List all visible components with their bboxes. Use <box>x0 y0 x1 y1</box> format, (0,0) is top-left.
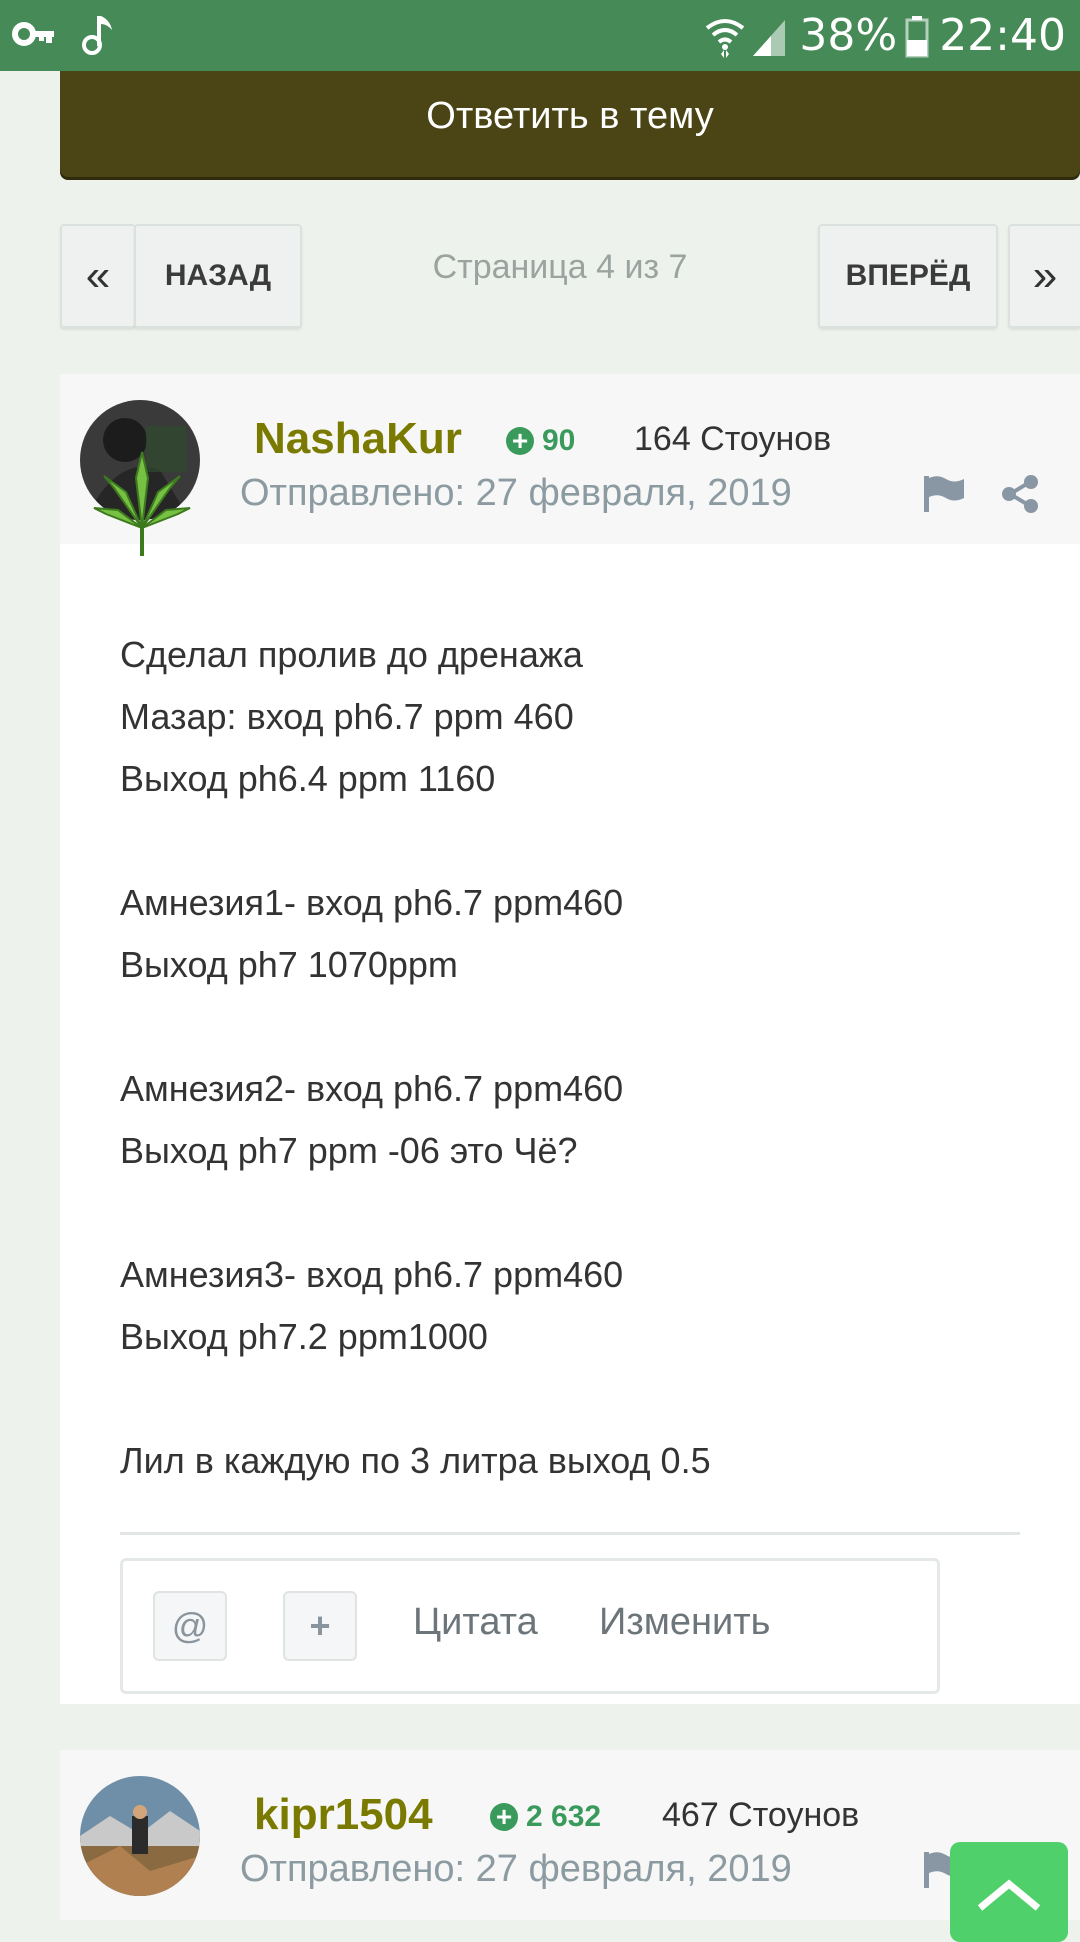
battery-percent: 38% <box>799 10 898 61</box>
plus-circle-icon: + <box>490 1803 518 1831</box>
reputation-value: 2 632 <box>526 1800 602 1833</box>
share-icon[interactable] <box>1000 474 1040 514</box>
post-date: Отправлено: 27 февраля, 2019 <box>240 472 792 514</box>
flag-icon[interactable] <box>922 474 966 514</box>
status-left <box>12 12 120 56</box>
post-card: NashaKur + 90 164 Стоунов Отправлено: 27… <box>60 374 1080 1704</box>
clock: 22:40 <box>939 10 1066 61</box>
post-line <box>120 810 1020 872</box>
reputation-value: 90 <box>542 424 576 457</box>
post-content: Сделал пролив до дренажа Мазар: вход ph6… <box>120 624 1020 1492</box>
post-header: NashaKur + 90 164 Стоунов Отправлено: 27… <box>60 374 1080 556</box>
page-info: Страница 4 из 7 <box>432 248 688 286</box>
reputation-badge: + 2 632 <box>490 1800 601 1834</box>
post-line: Амнезия1- вход ph6.7 ppm460 <box>120 882 624 923</box>
plus-circle-icon: + <box>506 427 534 455</box>
chevron-up-icon <box>977 1879 1041 1911</box>
post-line: Сделал пролив до дренажа <box>120 634 583 675</box>
post-divider <box>120 1532 1020 1535</box>
reply-to-topic-button[interactable]: Ответить в тему <box>60 71 1080 177</box>
reputation-badge: + 90 <box>506 424 575 458</box>
post-card: kipr1504 + 2 632 467 Стоунов Отправлено:… <box>60 1750 1080 1920</box>
post-header: kipr1504 + 2 632 467 Стоунов Отправлено:… <box>60 1750 1080 1920</box>
stones-count: 467 Стоунов <box>662 1796 860 1834</box>
post-line: Лил в каждую по 3 литра выход 0.5 <box>120 1440 711 1481</box>
post-date: Отправлено: 27 февраля, 2019 <box>240 1848 792 1890</box>
post-line: Выход ph7 1070ppm <box>120 944 458 985</box>
signal-icon <box>753 20 786 56</box>
username[interactable]: kipr1504 <box>254 1790 433 1840</box>
double-chevron-right-icon: » <box>1032 251 1058 300</box>
post-actions: @ + Цитата Изменить <box>120 1558 940 1694</box>
post-line: Выход ph6.4 ppm 1160 <box>120 758 496 799</box>
prev-page-label: НАЗАД <box>164 259 272 292</box>
battery-icon <box>905 16 929 58</box>
post-line <box>120 1368 1020 1430</box>
stones-count: 164 Стоунов <box>634 420 832 458</box>
status-bar: 38% 22:40 <box>0 0 1080 71</box>
post-line: Амнезия2- вход ph6.7 ppm460 <box>120 1068 624 1109</box>
multiquote-button[interactable]: + <box>283 1591 357 1661</box>
next-page-button[interactable]: ВПЕРЁД <box>818 224 998 328</box>
post-line <box>120 996 1020 1058</box>
status-right: 38% 22:40 <box>705 6 1066 66</box>
quote-button[interactable]: Цитата <box>413 1601 538 1644</box>
scroll-to-top-button[interactable] <box>950 1842 1068 1942</box>
last-page-button[interactable]: » <box>1008 224 1080 328</box>
post-line: Выход ph7.2 ppm1000 <box>120 1316 488 1357</box>
mention-button[interactable]: @ <box>153 1591 227 1661</box>
username[interactable]: NashaKur <box>254 414 462 464</box>
post-line: Мазар: вход ph6.7 ppm 460 <box>120 696 574 737</box>
double-chevron-left-icon: « <box>85 251 111 300</box>
prev-page-button[interactable]: НАЗАД <box>134 224 302 328</box>
post-line: Выход ph7 ppm -06 это Чё? <box>120 1130 578 1171</box>
edit-button[interactable]: Изменить <box>599 1601 770 1644</box>
post-line <box>120 1182 1020 1244</box>
wifi-icon <box>706 19 745 58</box>
first-page-button[interactable]: « <box>60 224 136 328</box>
music-note-icon <box>82 16 112 55</box>
avatar[interactable] <box>80 1776 200 1896</box>
next-page-label: ВПЕРЁД <box>845 259 971 292</box>
post-line: Амнезия3- вход ph6.7 ppm460 <box>120 1254 624 1295</box>
key-icon <box>12 22 54 46</box>
cannabis-leaf-icon <box>93 451 191 556</box>
